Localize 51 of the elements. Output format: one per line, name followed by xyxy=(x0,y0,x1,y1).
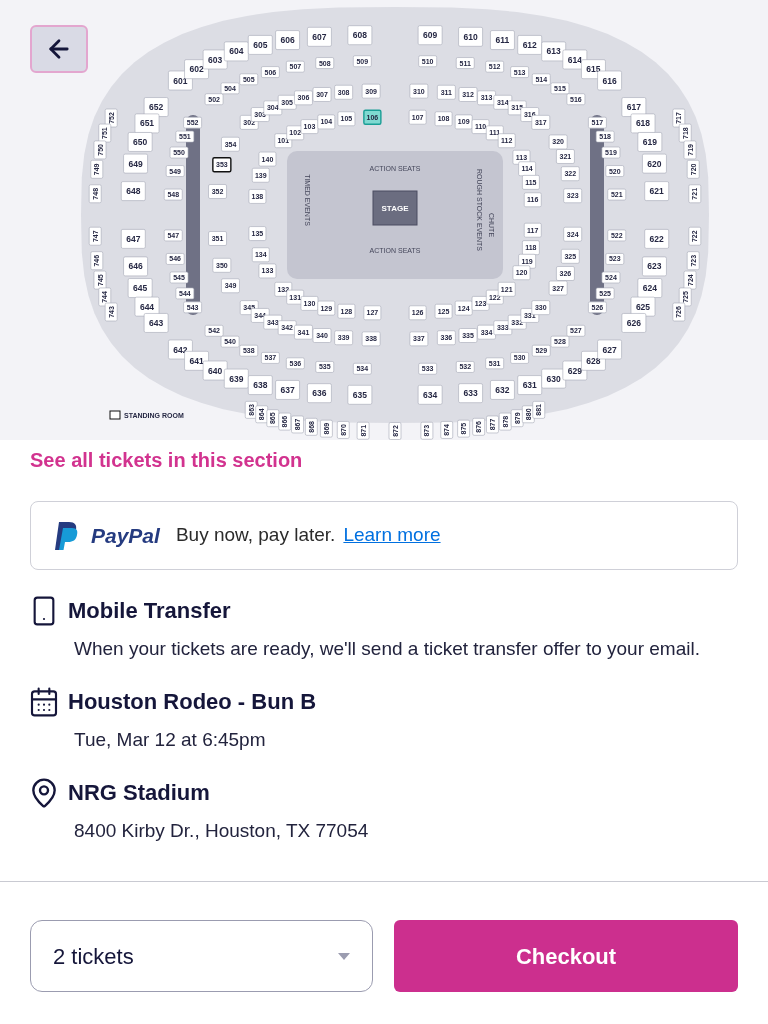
seat-section[interactable]: 604 xyxy=(224,41,249,62)
seat-section[interactable]: 635 xyxy=(347,385,373,405)
seat-section[interactable]: 638 xyxy=(247,375,273,395)
seat-section[interactable]: 643 xyxy=(143,313,169,333)
seat-section[interactable]: 619 xyxy=(637,132,663,152)
checkout-button[interactable]: Checkout xyxy=(394,920,738,992)
paypal-message: Buy now, pay later. xyxy=(175,523,336,548)
seat-section[interactable]: 632 xyxy=(490,380,515,400)
seat-section[interactable]: 603 xyxy=(202,49,228,70)
seat-section[interactable]: 634 xyxy=(417,385,443,405)
seat-section[interactable]: 609 xyxy=(417,25,443,45)
seat-section[interactable]: 621 xyxy=(644,181,669,201)
seat-section[interactable]: 618 xyxy=(630,113,656,134)
seat-section[interactable]: 611 xyxy=(490,30,515,50)
quantity-select[interactable]: 2 tickets xyxy=(30,920,373,992)
seat-section[interactable]: 640 xyxy=(202,360,228,381)
seat-section[interactable]: 647 xyxy=(121,229,146,249)
seat-section[interactable]: 649 xyxy=(123,153,148,174)
seat-section[interactable]: 610 xyxy=(458,27,483,47)
seat-section[interactable]: 646 xyxy=(123,256,148,277)
seat-section[interactable]: 637 xyxy=(275,380,300,400)
seat-section[interactable]: 622 xyxy=(644,229,669,249)
detail-title: Houston Rodeo - Bun B xyxy=(68,688,317,716)
seat-section[interactable]: 639 xyxy=(224,368,249,389)
section-tickets-link[interactable]: See all tickets in this section xyxy=(30,445,738,475)
seat-section[interactable]: 607 xyxy=(307,27,332,47)
paypal-brand: PayPal xyxy=(91,522,160,549)
seat-section[interactable]: 606 xyxy=(275,30,300,50)
stage-block: STAGE xyxy=(372,190,418,226)
detail-text: Tue, Mar 12 at 6:45pm xyxy=(74,728,267,752)
seat-section[interactable]: 645 xyxy=(127,278,153,298)
seat-section[interactable]: 624 xyxy=(637,278,663,298)
seat-section[interactable]: 608 xyxy=(347,25,373,45)
detail-title: NRG Stadium xyxy=(68,779,210,807)
detail-title: Mobile Transfer xyxy=(68,597,231,625)
seat-section[interactable]: 651 xyxy=(134,113,160,134)
seat-section[interactable]: 613 xyxy=(541,41,566,62)
seat-section[interactable]: 623 xyxy=(642,256,667,277)
seat-section[interactable]: 626 xyxy=(621,313,647,333)
seat-section[interactable]: 631 xyxy=(517,375,543,395)
seat-section[interactable]: 633 xyxy=(458,383,483,403)
seat-section[interactable]: 605 xyxy=(247,35,273,55)
seat-section[interactable]: 650 xyxy=(127,132,153,152)
seat-section[interactable]: 636 xyxy=(307,383,332,403)
seat-section[interactable]: 612 xyxy=(517,35,543,55)
seat-section[interactable]: 630 xyxy=(541,368,566,389)
seat-section[interactable]: 620 xyxy=(642,153,667,174)
detail-text: 8400 Kirby Dr., Houston, TX 77054 xyxy=(74,819,370,843)
learn-more-link[interactable]: Learn more xyxy=(343,521,441,550)
seat-section[interactable]: 648 xyxy=(121,181,146,201)
detail-text: When your tickets are ready, we'll send a ticket transfer offer to your email. xyxy=(74,637,701,661)
